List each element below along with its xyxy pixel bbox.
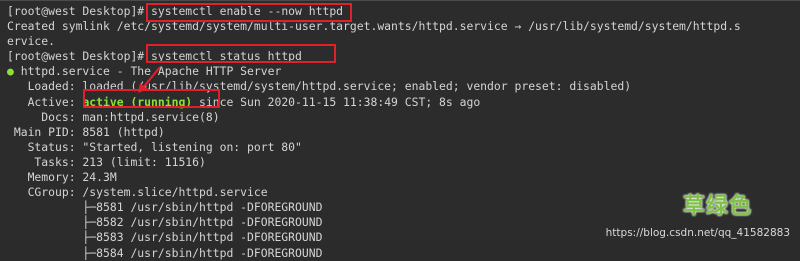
terminal-text: Status: "Started, listening on: port 80" [7,139,302,154]
terminal-text: since Sun 2020-11-15 11:38:49 CST; 8s ag… [192,94,481,109]
terminal-text: Created symlink /etc/systemd/system/mult… [7,19,741,34]
terminal-line: Main PID: 8581 (httpd) [7,125,741,140]
terminal-text: CGroup: /system.slice/httpd.service [7,185,268,200]
terminal-text: Main PID: 8581 (httpd) [7,124,165,139]
highlight-box-status-command [146,44,336,63]
terminal-line: ervice. [7,34,741,49]
terminal-text: ├─8583 /usr/sbin/httpd -DFOREGROUND [7,230,323,245]
terminal-line: ● httpd.service - The Apache HTTP Server [7,64,741,79]
highlight-box-enable-command [146,3,352,22]
terminal-line: [root@west Desktop]# systemctl status ht… [7,49,741,64]
status-dot-icon: ● [7,64,14,79]
terminal-line: Created symlink /etc/systemd/system/mult… [7,19,741,34]
terminal-text: [root@west Desktop]# [7,49,152,64]
terminal-line: Memory: 24.3M [7,170,741,185]
terminal-line: Status: "Started, listening on: port 80" [7,140,741,155]
terminal-text: [root@west Desktop]# [7,4,152,18]
terminal-text: ervice. [7,34,56,49]
terminal-line: CGroup: /system.slice/httpd.service [7,185,741,200]
terminal-line: Tasks: 213 (limit: 11516) [7,155,741,170]
terminal-text: Memory: 24.3M [7,170,117,185]
terminal-output: [root@west Desktop]# systemctl enable --… [7,4,741,261]
terminal-line: ├─8581 /usr/sbin/httpd -DFOREGROUND [7,200,741,215]
terminal-text: Tasks: 213 (limit: 11516) [7,154,206,169]
terminal-line: ├─8584 /usr/sbin/httpd -DFOREGROUND [7,246,741,261]
terminal-text: Docs: man:httpd.service(8) [7,109,220,124]
watermark-brand: 草绿色 [682,194,752,219]
terminal-line: [root@west Desktop]# systemctl enable --… [7,4,741,19]
watermark-url: https://blog.csdn.net/qq_41582883 [605,227,790,239]
annotation-arrow [138,66,161,93]
terminal-window[interactable]: [root@west Desktop]# systemctl enable --… [0,0,800,260]
terminal-line: Docs: man:httpd.service(8) [7,110,741,125]
terminal-text: ├─8582 /usr/sbin/httpd -DFOREGROUND [7,215,323,230]
terminal-text: ├─8584 /usr/sbin/httpd -DFOREGROUND [7,245,323,260]
terminal-text: Active: [7,94,83,109]
terminal-text: ├─8581 /usr/sbin/httpd -DFOREGROUND [7,200,323,215]
